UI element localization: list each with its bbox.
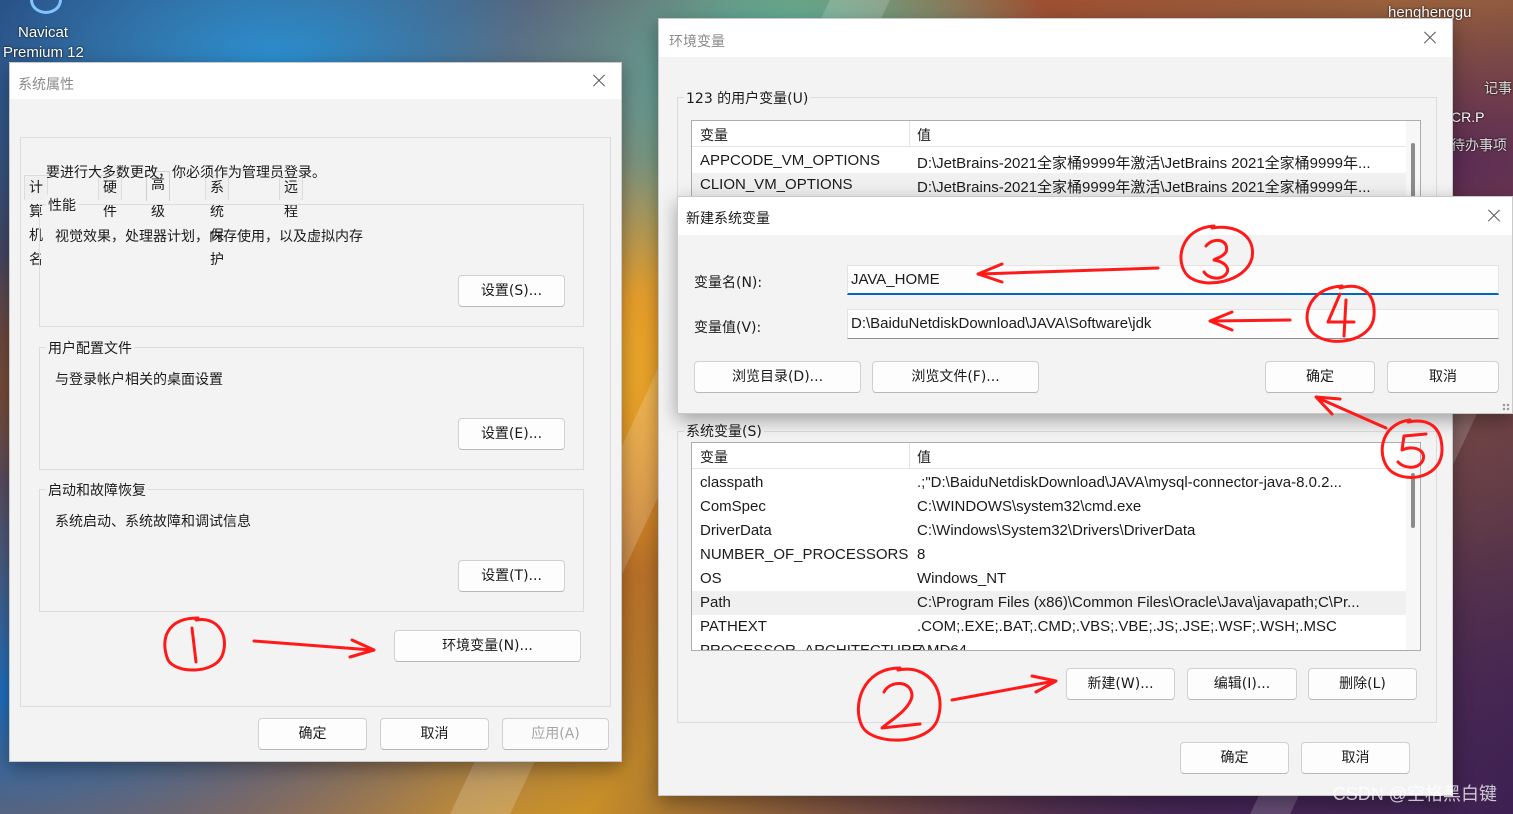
variable-name: PATHEXT — [700, 618, 767, 635]
vertical-scrollbar[interactable] — [1406, 121, 1420, 201]
user-variables-list[interactable]: 变量 值 APPCODE_VM_OPTIONS D:\JetBrains-202… — [691, 120, 1421, 202]
performance-group: 性能 视觉效果，处理器计划，内存使用，以及虚拟内存 设置(S)... — [39, 195, 584, 327]
table-row[interactable]: classpath .;"D:\BaiduNetdiskDownload\JAVA… — [692, 471, 1406, 495]
tab-panel: 要进行大多数更改，你必须作为管理员登录。 性能 视觉效果，处理器计划，内存使用，… — [20, 137, 611, 707]
group-label: 系统变量(S) — [684, 421, 764, 441]
variable-name: DriverData — [700, 522, 772, 539]
close-button[interactable] — [1482, 204, 1506, 228]
ok-button[interactable]: 确定 — [1180, 742, 1289, 774]
env-variables-button[interactable]: 环境变量(N)... — [394, 630, 581, 662]
close-button[interactable] — [1418, 26, 1442, 50]
ok-button[interactable]: 确定 — [258, 718, 367, 750]
table-row[interactable]: ComSpec C:\WINDOWS\system32\cmd.exe — [692, 495, 1406, 519]
performance-settings-button[interactable]: 设置(S)... — [458, 275, 565, 307]
list-header: 变量 值 — [692, 443, 1406, 469]
edit-system-var-button[interactable]: 编辑(I)... — [1187, 668, 1297, 700]
system-properties-window: 系统属性 计算机名 硬件 高级 系统保护 远程 要进行大多数更改，你必须作为管理… — [9, 62, 622, 762]
variable-name-label: 变量名(N): — [694, 275, 763, 291]
variable-value: D:\JetBrains-2021全家桶9999年激活\JetBrains 20… — [917, 179, 1371, 196]
group-description: 与登录帐户相关的桌面设置 — [55, 372, 223, 388]
newvar-cancel-button[interactable]: 取消 — [1387, 361, 1499, 393]
group-label: 用户配置文件 — [46, 338, 134, 358]
delete-system-var-button[interactable]: 删除(L) — [1308, 668, 1417, 700]
table-row[interactable]: OS Windows_NT — [692, 567, 1406, 591]
new-system-variable-dialog: 新建系统变量 变量名(N): JAVA_HOME 变量值(V): D:\Baid… — [677, 196, 1513, 414]
group-label: 启动和故障恢复 — [46, 480, 148, 500]
dialog-title: 新建系统变量 — [686, 211, 770, 227]
table-row[interactable]: CLION_VM_OPTIONS D:\JetBrains-2021全家桶999… — [692, 173, 1406, 197]
resize-grip-icon[interactable] — [1502, 403, 1510, 411]
profiles-settings-button[interactable]: 设置(E)... — [458, 418, 565, 450]
browse-file-button[interactable]: 浏览文件(F)... — [872, 361, 1039, 393]
title-bar: 新建系统变量 — [678, 197, 1512, 235]
variable-value: D:\JetBrains-2021全家桶9999年激活\JetBrains 20… — [917, 155, 1371, 172]
desktop-item-label: 待办事项 — [1451, 137, 1507, 153]
system-variables-list[interactable]: 变量 值 classpath .;"D:\BaiduNetdiskDownload… — [691, 442, 1421, 651]
table-row[interactable]: NUMBER_OF_PROCESSORS 8 — [692, 543, 1406, 567]
group-label: 性能 — [46, 195, 78, 215]
variable-value: AMD64 — [917, 642, 968, 651]
column-header-variable[interactable]: 变量 — [700, 447, 728, 467]
variable-value: .;"D:\BaiduNetdiskDownload\JAVA\mysql-co… — [917, 474, 1342, 491]
vertical-scrollbar[interactable] — [1406, 443, 1420, 650]
table-row[interactable]: PROCESSOR_ARCHITECTURE AMD64 — [692, 639, 1406, 651]
browse-directory-button[interactable]: 浏览目录(D)... — [694, 361, 861, 393]
variable-value: .COM;.EXE;.BAT;.CMD;.VBS;.VBE;.JS;.JSE;.… — [917, 618, 1337, 635]
group-description: 系统启动、系统故障和调试信息 — [55, 514, 251, 530]
navicat-desktop-icon[interactable]: Navicat Premium 12 — [0, 0, 110, 62]
table-row[interactable]: DriverData C:\Windows\System32\Drivers\Dr… — [692, 519, 1406, 543]
user-profiles-group: 用户配置文件 与登录帐户相关的桌面设置 设置(E)... — [39, 338, 584, 470]
apply-button[interactable]: 应用(A) — [502, 718, 609, 750]
desktop-icon-label: Premium 12 — [3, 44, 84, 61]
column-header-value[interactable]: 值 — [917, 447, 931, 467]
cancel-button[interactable]: 取消 — [1301, 742, 1410, 774]
variable-value-label: 变量值(V): — [694, 320, 762, 336]
variable-value: Windows_NT — [917, 570, 1007, 587]
table-row[interactable]: Path C:\Program Files (x86)\Common Files\… — [692, 591, 1406, 615]
desktop-item-label: 记事 — [1484, 80, 1512, 96]
new-system-var-button[interactable]: 新建(W)... — [1066, 668, 1175, 700]
variable-name-input[interactable]: JAVA_HOME — [847, 265, 1499, 295]
startup-recovery-group: 启动和故障恢复 系统启动、系统故障和调试信息 设置(T)... — [39, 480, 584, 612]
variable-name: CLION_VM_OPTIONS — [700, 176, 853, 193]
window-title: 环境变量 — [669, 34, 725, 50]
table-row[interactable]: PATHEXT .COM;.EXE;.BAT;.CMD;.VBS;.VBE;.JS… — [692, 615, 1406, 639]
newvar-ok-button[interactable]: 确定 — [1265, 361, 1375, 393]
variable-name: NUMBER_OF_PROCESSORS — [700, 546, 909, 563]
variable-value: C:\Program Files (x86)\Common Files\Orac… — [917, 594, 1360, 611]
table-row[interactable]: APPCODE_VM_OPTIONS D:\JetBrains-2021全家桶9… — [692, 149, 1406, 173]
variable-value: C:\Windows\System32\Drivers\DriverData — [917, 522, 1196, 539]
title-bar: 环境变量 — [659, 19, 1452, 57]
startup-settings-button[interactable]: 设置(T)... — [458, 560, 565, 592]
variable-value: C:\WINDOWS\system32\cmd.exe — [917, 498, 1142, 515]
list-header: 变量 值 — [692, 121, 1406, 147]
variable-name: classpath — [700, 474, 764, 491]
group-label: 123 的用户变量(U) — [684, 88, 811, 108]
watermark: CSDN @空格黑白键 — [1332, 784, 1497, 804]
admin-note: 要进行大多数更改，你必须作为管理员登录。 — [46, 165, 326, 181]
desktop-item-label: CR.P — [1451, 109, 1485, 125]
variable-name: APPCODE_VM_OPTIONS — [700, 152, 881, 169]
window-title: 系统属性 — [18, 77, 74, 93]
variable-value-input[interactable]: D:\BaiduNetdiskDownload\JAVA\Software\jd… — [847, 309, 1499, 339]
variable-name: PROCESSOR_ARCHITECTURE — [700, 642, 922, 651]
column-header-value[interactable]: 值 — [917, 125, 931, 145]
variable-name: OS — [700, 570, 722, 587]
close-button[interactable] — [587, 69, 611, 93]
navicat-logo-icon — [30, 0, 62, 14]
desktop-icon-label: Navicat — [18, 24, 69, 41]
title-bar: 系统属性 — [10, 63, 621, 99]
cancel-button[interactable]: 取消 — [380, 718, 489, 750]
variable-value: 8 — [917, 546, 926, 563]
group-description: 视觉效果，处理器计划，内存使用，以及虚拟内存 — [55, 229, 363, 245]
variable-name: Path — [700, 594, 731, 611]
column-header-variable[interactable]: 变量 — [700, 125, 728, 145]
variable-name: ComSpec — [700, 498, 766, 515]
